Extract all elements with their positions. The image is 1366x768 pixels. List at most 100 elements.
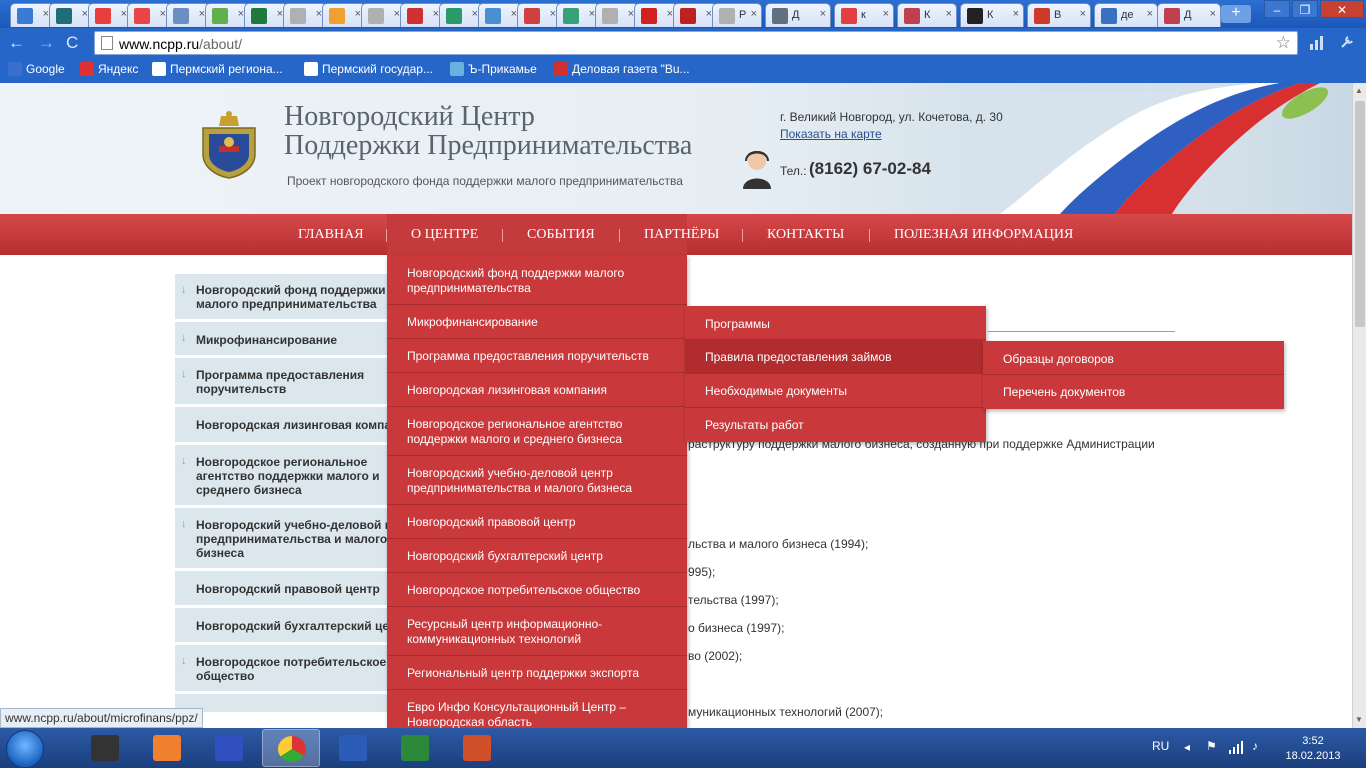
tab-close-icon[interactable]: × <box>946 8 952 20</box>
submenu-item-documents[interactable]: Необходимые документы <box>685 374 986 408</box>
submenu-item-loan-rules[interactable]: Правила предоставления займов <box>685 340 986 374</box>
tab-close-icon[interactable]: × <box>883 8 889 20</box>
browser-tab[interactable]: × <box>127 3 171 27</box>
browser-tab[interactable]: × <box>88 3 132 27</box>
browser-tab[interactable]: В × <box>1027 3 1091 27</box>
tray-expand-icon[interactable]: ◂ <box>1184 740 1190 754</box>
nav-contacts[interactable]: КОНТАКТЫ <box>767 227 844 243</box>
dropdown-item-microfinance[interactable]: Микрофинансирование <box>387 305 687 339</box>
taskbar-app-save[interactable] <box>200 729 258 767</box>
browser-tab[interactable]: × <box>166 3 210 27</box>
maximize-button[interactable]: ❐ <box>1292 0 1318 18</box>
sidebar-item[interactable]: Новгородская лизинговая компания <box>175 407 387 444</box>
dropdown-item[interactable]: Новгородская лизинговая компания <box>387 373 687 407</box>
dropdown-item[interactable]: Ресурсный центр информационно-коммуникац… <box>387 607 687 656</box>
browser-tab[interactable]: × <box>517 3 561 27</box>
bookmark-item[interactable]: Пермский государ... <box>304 62 433 76</box>
bookmark-item[interactable]: Google <box>8 62 65 76</box>
sidebar-item[interactable]: ↓ Микрофинансирование <box>175 322 387 357</box>
scroll-down-icon[interactable]: ▼ <box>1355 715 1363 724</box>
site-title[interactable]: Новгородский Центр Поддержки Предпринима… <box>284 102 692 160</box>
close-window-button[interactable]: ✕ <box>1320 0 1364 18</box>
wrench-icon[interactable] <box>1338 33 1356 51</box>
browser-tab[interactable]: × <box>205 3 249 27</box>
browser-tab[interactable]: Д × <box>765 3 831 27</box>
browser-tab[interactable]: × <box>283 3 327 27</box>
sidebar-item[interactable]: ↓ Программа предоставления поручительств <box>175 358 387 406</box>
browser-tab[interactable]: × <box>400 3 444 27</box>
page-scrollbar[interactable]: ▲ ▼ <box>1352 83 1366 728</box>
browser-tab[interactable]: К × <box>897 3 957 27</box>
browser-tab[interactable]: × <box>634 3 678 27</box>
sidebar-item[interactable]: ↓ Новгородский учебно-деловой центрпредп… <box>175 508 387 570</box>
dropdown-item[interactable]: Новгородское потребительское общество <box>387 573 687 607</box>
forward-button[interactable]: → <box>38 33 55 53</box>
browser-tab[interactable]: × <box>673 3 717 27</box>
submenu-item-document-list[interactable]: Перечень документов <box>983 375 1284 409</box>
bookmark-star-icon[interactable]: ☆ <box>1276 33 1291 53</box>
browser-tab[interactable]: × <box>556 3 600 27</box>
browser-tab[interactable]: де × <box>1094 3 1158 27</box>
bookmark-item[interactable]: Яндекс <box>80 62 138 76</box>
show-on-map-link[interactable]: Показать на карте <box>780 127 882 141</box>
tab-close-icon[interactable]: × <box>751 8 757 20</box>
browser-tab[interactable]: Р × <box>712 3 762 27</box>
dropdown-item[interactable]: Новгородский фонд поддержки малого предпр… <box>387 255 687 305</box>
browser-tab[interactable]: × <box>439 3 483 27</box>
dropdown-item[interactable]: Новгородский учебно-деловой центр предпри… <box>387 456 687 505</box>
sidebar-item[interactable]: ↓ Новгородский фонд поддержки малого пред… <box>175 274 387 321</box>
dropdown-item[interactable]: Евро Инфо Консультационный Центр – Новгор… <box>387 690 687 729</box>
taskbar-app-chrome[interactable] <box>262 729 320 767</box>
dropdown-item[interactable]: Региональный центр поддержки экспорта <box>387 656 687 690</box>
reload-button[interactable]: C <box>66 33 78 53</box>
submenu-item-contract-samples[interactable]: Образцы договоров <box>983 341 1284 375</box>
dropdown-item[interactable]: Новгородский бухгалтерский центр <box>387 539 687 573</box>
tab-close-icon[interactable]: × <box>820 8 826 20</box>
browser-tab[interactable]: К × <box>960 3 1024 27</box>
volume-icon[interactable]: ♪ <box>1252 739 1258 753</box>
address-bar[interactable]: www.ncpp.ru/about/ ☆ <box>94 31 1298 55</box>
nav-events[interactable]: СОБЫТИЯ <box>527 227 595 243</box>
browser-tab[interactable]: × <box>244 3 288 27</box>
taskbar-app-powerpoint[interactable] <box>448 729 506 767</box>
tab-close-icon[interactable]: × <box>1147 8 1153 20</box>
browser-tab[interactable]: × <box>10 3 54 27</box>
tab-close-icon[interactable]: × <box>1013 8 1019 20</box>
taskbar-app-excel[interactable] <box>386 729 444 767</box>
taskbar-app-word[interactable] <box>324 729 382 767</box>
network-signal-icon[interactable] <box>1228 740 1244 754</box>
browser-tab[interactable]: × <box>478 3 522 27</box>
tab-close-icon[interactable]: × <box>1080 8 1086 20</box>
browser-tab[interactable]: × <box>322 3 366 27</box>
browser-tab[interactable]: к × <box>834 3 894 27</box>
scroll-up-icon[interactable]: ▲ <box>1355 86 1363 95</box>
flag-alert-icon[interactable]: ⚑ <box>1206 739 1217 753</box>
sidebar-item[interactable]: ↓ Новгородское потребительское общество <box>175 645 387 693</box>
submenu-item-programs[interactable]: Программы <box>685 306 986 340</box>
bookmark-item[interactable]: Ъ-Прикамье <box>450 62 537 76</box>
dropdown-item[interactable]: Новгородский правовой центр <box>387 505 687 539</box>
nav-useful-info[interactable]: ПОЛЕЗНАЯ ИНФОРМАЦИЯ <box>894 227 1073 243</box>
bookmark-item[interactable]: Пермский региона... <box>152 62 283 76</box>
sidebar-item[interactable]: Новгородский бухгалтерский центр <box>175 608 387 644</box>
browser-tab[interactable]: × <box>595 3 639 27</box>
sidebar-item[interactable]: Новгородский правовой центр <box>175 571 387 607</box>
browser-tab[interactable]: × <box>49 3 93 27</box>
nav-partners[interactable]: ПАРТНЁРЫ <box>644 227 719 243</box>
taskbar-app-media[interactable] <box>138 729 196 767</box>
sidebar-item[interactable]: ↓ Новгородское региональное агентство под… <box>175 445 387 507</box>
language-indicator[interactable]: RU <box>1152 739 1169 753</box>
new-tab-button[interactable]: + <box>1221 5 1251 23</box>
signal-bars-icon[interactable] <box>1308 33 1326 51</box>
bookmark-item[interactable]: Деловая газета "Bu... <box>554 62 690 76</box>
dropdown-item[interactable]: Программа предоставления поручительств <box>387 339 687 373</box>
browser-tab[interactable]: Д × <box>1157 3 1221 27</box>
start-button[interactable] <box>6 730 44 768</box>
submenu-item-results[interactable]: Результаты работ <box>685 408 986 442</box>
nav-about[interactable]: О ЦЕНТРЕ <box>411 227 478 243</box>
browser-tab[interactable]: × <box>361 3 405 27</box>
dropdown-item[interactable]: Новгородское региональное агентство подде… <box>387 407 687 456</box>
minimize-button[interactable]: – <box>1264 0 1290 18</box>
nav-home[interactable]: ГЛАВНАЯ <box>298 227 364 243</box>
scroll-thumb[interactable] <box>1355 101 1365 327</box>
